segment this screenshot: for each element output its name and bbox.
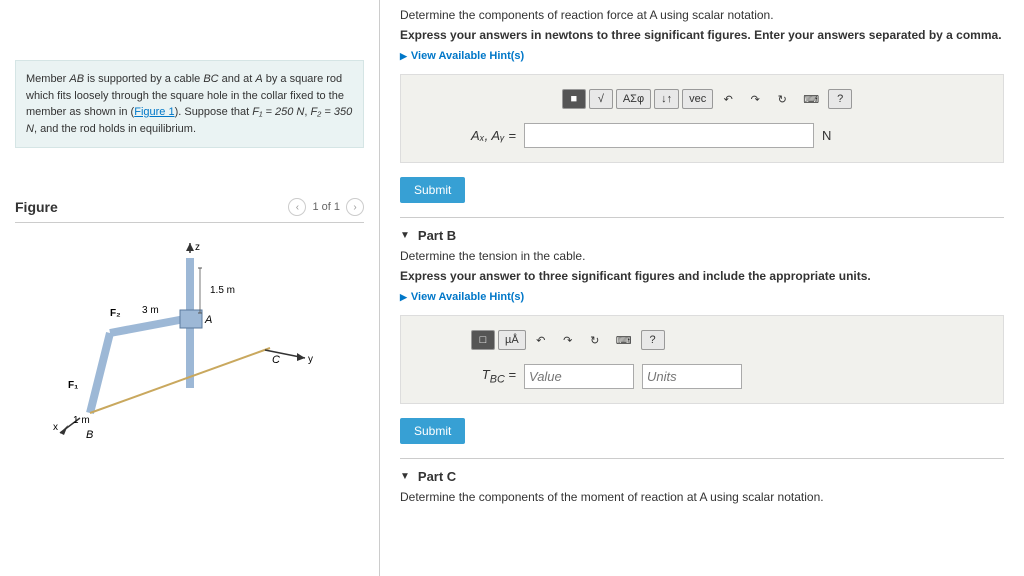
partb-label: TBC = bbox=[451, 367, 516, 386]
svg-text:F₁: F₁ bbox=[68, 380, 78, 391]
partc-prompt: Determine the components of the moment o… bbox=[400, 490, 1004, 504]
template-button[interactable]: ■ bbox=[562, 89, 586, 109]
parta-hints-link[interactable]: View Available Hint(s) bbox=[400, 50, 1004, 62]
svg-text:y: y bbox=[308, 354, 313, 365]
svg-text:B: B bbox=[86, 429, 93, 441]
partb-header[interactable]: Part B bbox=[400, 217, 1004, 249]
parta-label: Aₓ, Aᵧ = bbox=[451, 128, 516, 143]
parta-answer-input[interactable] bbox=[524, 123, 814, 148]
partb-value-input[interactable] bbox=[524, 364, 634, 389]
redo-button[interactable]: ↷ bbox=[556, 331, 580, 350]
help-button[interactable]: ? bbox=[828, 89, 852, 109]
keyboard-button[interactable]: ⌨ bbox=[797, 90, 825, 109]
svg-text:3 m: 3 m bbox=[142, 305, 159, 316]
pager-label: 1 of 1 bbox=[312, 201, 340, 213]
svg-text:C: C bbox=[272, 354, 280, 366]
partb-answer-box: □ µÅ ↶ ↷ ↻ ⌨ ? TBC = bbox=[400, 315, 1004, 404]
svg-text:z: z bbox=[195, 242, 200, 253]
right-panel: Determine the components of reaction for… bbox=[380, 0, 1024, 576]
parta-prompt: Determine the components of reaction for… bbox=[400, 8, 1004, 22]
partb-submit-button[interactable]: Submit bbox=[400, 418, 465, 444]
svg-text:F₂: F₂ bbox=[110, 308, 121, 319]
vec-button[interactable]: vec bbox=[682, 89, 713, 109]
figure-diagram: z y x A B C F₁ F₂ 1.5 m 3 m 1 m bbox=[50, 238, 330, 458]
sqrt-button[interactable]: √ bbox=[589, 89, 613, 109]
partb-prompt: Determine the tension in the cable. bbox=[400, 249, 1004, 263]
undo-button[interactable]: ↶ bbox=[529, 331, 553, 350]
svg-text:1.5 m: 1.5 m bbox=[210, 285, 235, 296]
partb-hints-link[interactable]: View Available Hint(s) bbox=[400, 291, 1004, 303]
greek-button[interactable]: ΑΣφ bbox=[616, 89, 651, 109]
parta-submit-button[interactable]: Submit bbox=[400, 177, 465, 203]
units-button[interactable]: µÅ bbox=[498, 330, 526, 350]
keyboard-button[interactable]: ⌨ bbox=[610, 331, 638, 350]
figure-title: Figure bbox=[15, 199, 58, 215]
parta-toolbar: ■ √ ΑΣφ ↓↑ vec ↶ ↷ ↻ ⌨ ? bbox=[451, 89, 963, 109]
template-button[interactable]: □ bbox=[471, 330, 495, 350]
left-panel: Member AB is supported by a cable BC and… bbox=[0, 0, 380, 576]
parta-unit: N bbox=[822, 128, 831, 143]
parta-instruction: Express your answers in newtons to three… bbox=[400, 28, 1004, 42]
help-button[interactable]: ? bbox=[641, 330, 665, 350]
svg-text:x: x bbox=[53, 422, 58, 433]
problem-statement: Member AB is supported by a cable BC and… bbox=[15, 60, 364, 148]
pager-prev-button[interactable]: ‹ bbox=[288, 198, 306, 216]
partb-toolbar: □ µÅ ↶ ↷ ↻ ⌨ ? bbox=[471, 330, 843, 350]
partb-units-input[interactable] bbox=[642, 364, 742, 389]
partc-header[interactable]: Part C bbox=[400, 458, 1004, 490]
reset-button[interactable]: ↻ bbox=[770, 90, 794, 109]
figure-link[interactable]: Figure 1 bbox=[134, 106, 174, 118]
redo-button[interactable]: ↷ bbox=[743, 90, 767, 109]
partb-instruction: Express your answer to three significant… bbox=[400, 269, 1004, 283]
figure-header: Figure ‹ 1 of 1 › bbox=[15, 198, 364, 223]
figure-pager: ‹ 1 of 1 › bbox=[288, 198, 364, 216]
parta-answer-box: ■ √ ΑΣφ ↓↑ vec ↶ ↷ ↻ ⌨ ? Aₓ, Aᵧ = N bbox=[400, 74, 1004, 163]
reset-button[interactable]: ↻ bbox=[583, 331, 607, 350]
svg-text:1 m: 1 m bbox=[73, 415, 90, 426]
undo-button[interactable]: ↶ bbox=[716, 90, 740, 109]
pager-next-button[interactable]: › bbox=[346, 198, 364, 216]
subscript-button[interactable]: ↓↑ bbox=[654, 89, 679, 109]
svg-text:A: A bbox=[204, 314, 212, 326]
